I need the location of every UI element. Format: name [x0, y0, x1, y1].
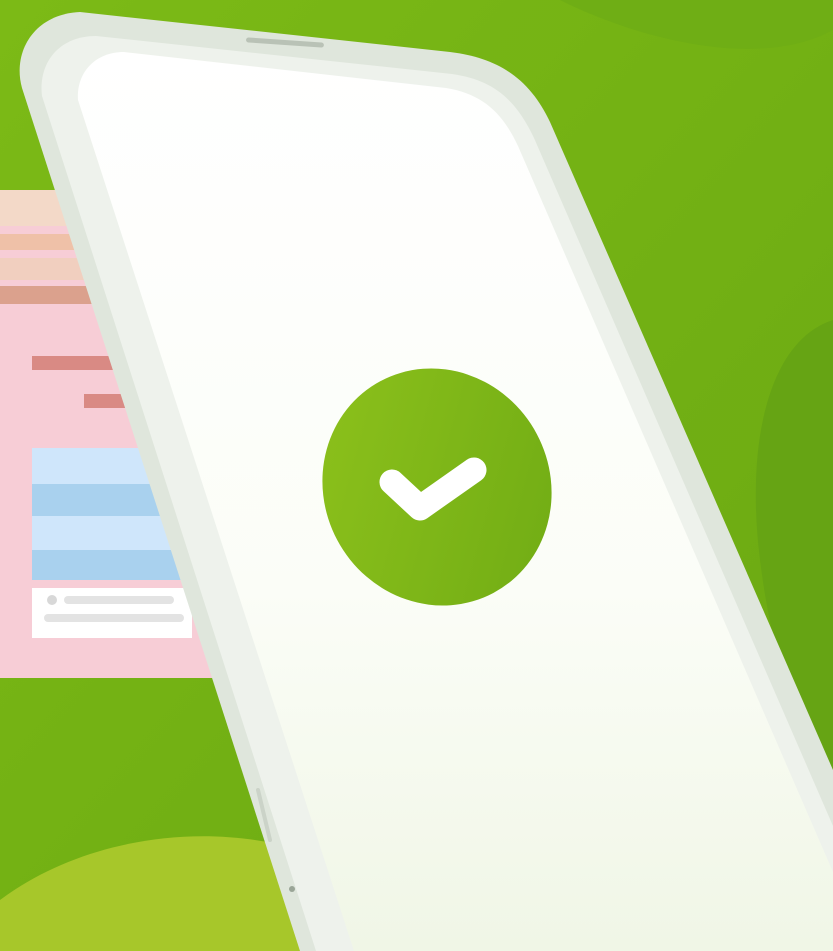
success-illustration: [0, 0, 833, 951]
card-bar: [0, 234, 80, 250]
illustration-canvas: [0, 0, 833, 951]
card-dot: [47, 595, 57, 605]
card-block: [32, 550, 192, 580]
card-line: [44, 614, 184, 622]
card-panel: [32, 588, 192, 638]
card-line: [64, 596, 174, 604]
phone-side-button: [289, 886, 295, 892]
